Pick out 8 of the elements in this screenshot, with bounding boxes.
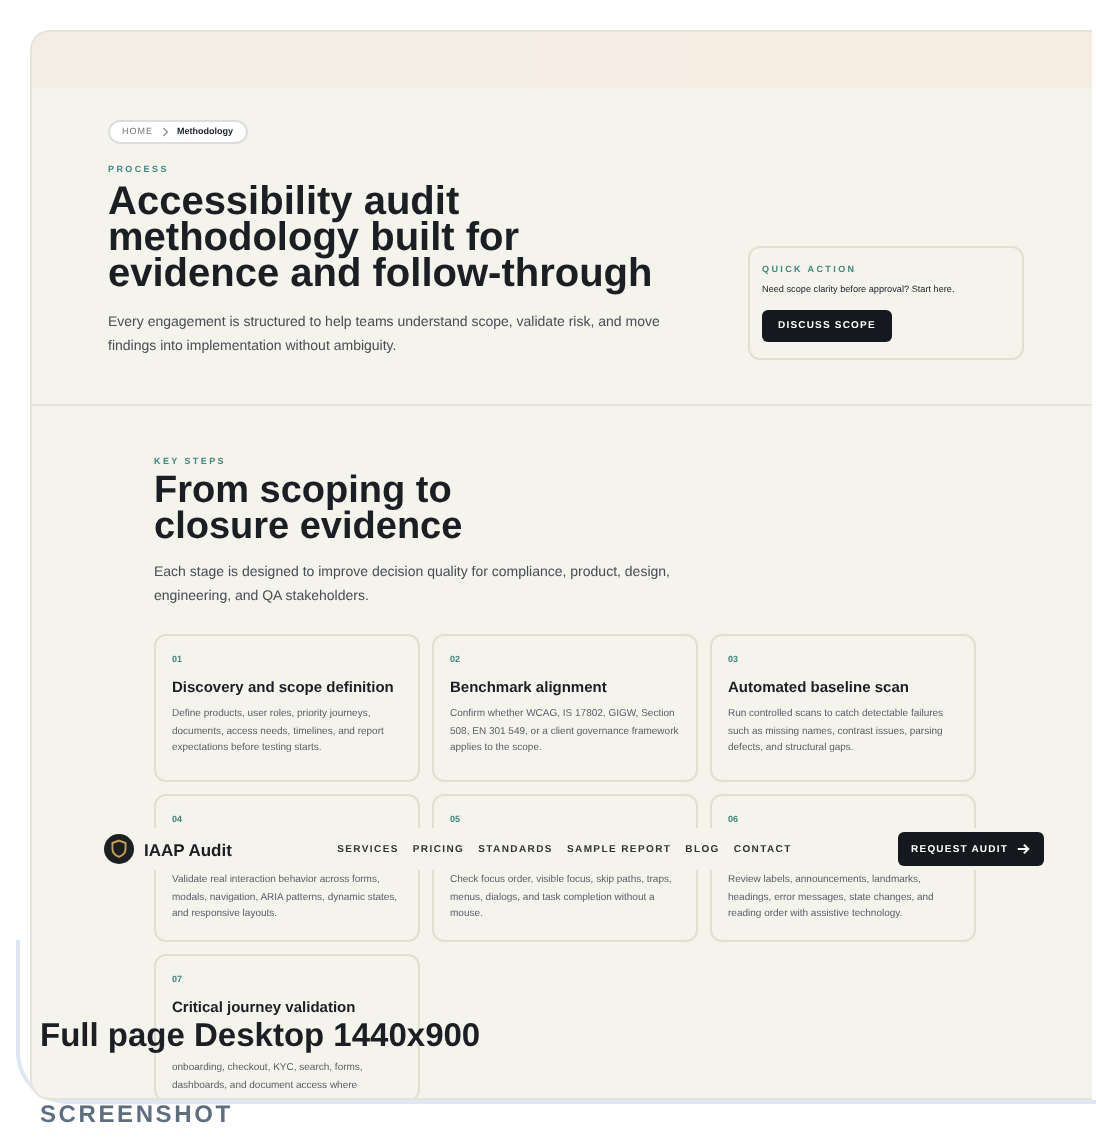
caption-subtitle: SCREENSHOT <box>40 1102 235 1128</box>
caption-title: Full page Desktop 1440x900 <box>40 1018 481 1056</box>
page-heading: Accessibility audit methodology built for evidence and follow-through <box>108 184 655 292</box>
arrow-right-icon <box>1016 842 1030 856</box>
chevron-icon <box>161 125 169 137</box>
shield-logo-icon <box>104 834 134 864</box>
section-heading: From scoping to closure evidence <box>154 474 465 546</box>
brand-name[interactable]: IAAP Audit <box>144 839 232 859</box>
